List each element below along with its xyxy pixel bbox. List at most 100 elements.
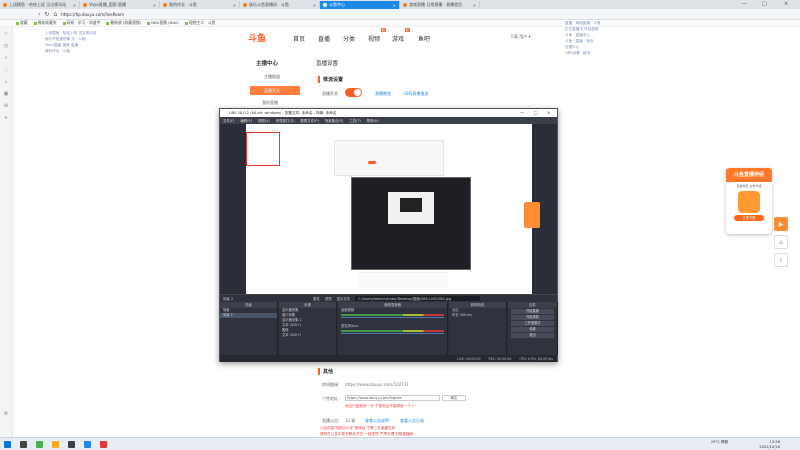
custom-address-input[interactable]: https://www.douyu.com/fugeee <box>345 395 440 401</box>
source-item[interactable]: 文本 (GDI+) <box>279 333 336 338</box>
menu-item[interactable]: 工具(T) <box>349 118 361 123</box>
bookmark-item[interactable]: 理想主义 · 斗鱼 <box>185 20 215 26</box>
sidebar-item-benefits[interactable]: 主播权益 <box>250 72 300 81</box>
nav-game[interactable]: 游戏 <box>392 34 404 43</box>
close-window-icon[interactable]: × <box>784 1 788 7</box>
live-toggle[interactable] <box>345 88 362 97</box>
browser-app-icon[interactable] <box>36 441 43 448</box>
star-icon[interactable]: ☆ <box>3 31 9 37</box>
favicon-icon <box>83 3 87 7</box>
menu-item[interactable]: 编辑(E) <box>240 118 252 123</box>
history-icon[interactable]: ◷ <box>3 43 9 49</box>
close-icon[interactable]: × <box>473 3 476 8</box>
bookmark-item[interactable]: 网易 · 学习 · 知道中 <box>62 20 100 26</box>
bag-icon[interactable]: ▣ <box>3 91 9 97</box>
user-menu[interactable]: 下载 用户 ▾ <box>510 34 531 40</box>
filters-button[interactable]: 滤镜 <box>325 296 332 301</box>
nav-category[interactable]: 分类 <box>343 34 355 43</box>
close-icon[interactable]: × <box>73 3 76 8</box>
app-icon[interactable] <box>100 441 107 448</box>
bookmark-icon <box>147 21 151 25</box>
share-icon[interactable]: ⇪ <box>774 253 788 267</box>
duration-field[interactable]: 时长 300 ms <box>449 313 506 318</box>
close-icon[interactable]: × <box>547 109 550 117</box>
chat-icon[interactable]: ◌ <box>3 67 9 73</box>
bookmark-item[interactable]: 微软收藏夹 <box>33 20 57 26</box>
system-tray[interactable]: 25°C 晴朗 13:56 2022/10/16 <box>711 440 780 449</box>
download-icon[interactable]: ↓ <box>3 79 9 85</box>
volume-slider[interactable] <box>341 317 444 318</box>
minimize-icon[interactable]: — <box>520 109 524 117</box>
folder-icon[interactable] <box>52 441 59 448</box>
home-icon[interactable]: ⌂ <box>53 11 57 18</box>
mixer-channel-label: 桌面音频 <box>341 308 355 312</box>
nav-home[interactable]: 首页 <box>293 34 305 43</box>
properties-button[interactable]: 属性 <box>313 296 320 301</box>
cart-icon[interactable]: ⊕ <box>3 103 9 109</box>
browser-tab[interactable]: 极乐斗鱼直播间 · 斗鱼 × <box>240 1 320 9</box>
sidebar-item-my-live[interactable]: 我的直播 <box>262 100 278 106</box>
browser-tab[interactable]: 游戏直播 日常直播 · 直播首页 × <box>400 1 480 9</box>
scene-item[interactable]: 场景 2 <box>220 313 277 318</box>
close-icon[interactable]: × <box>233 3 236 8</box>
close-icon[interactable]: × <box>153 3 156 8</box>
menu-item[interactable]: 帮助(H) <box>367 118 379 123</box>
studio-mode-button[interactable]: 工作室模式 <box>511 321 554 326</box>
promo-card[interactable]: 斗鱼直播伴侣 直播伴侣 全新升级 立即下载 <box>726 168 772 234</box>
settings-icon[interactable]: ⚙ <box>3 411 9 417</box>
file-path[interactable]: C:/Users/Administrator/Desktop/直播/OBS-LI… <box>355 296 481 301</box>
back-icon[interactable]: ‹ <box>38 11 40 18</box>
menu-item[interactable]: 配置文件(P) <box>301 118 319 123</box>
browser-tab[interactable]: 上班摸鱼 · 哈哈上班 当当视讯站 × <box>0 1 80 9</box>
home-icon[interactable]: ⌂ <box>774 235 788 249</box>
browser-tab-active[interactable]: 斗鱼中心 × <box>320 1 400 9</box>
start-icon[interactable] <box>4 441 11 448</box>
notice-level: 12 级 <box>345 418 356 423</box>
obs-app-icon[interactable] <box>68 441 75 448</box>
list-item[interactable]: 我的作业 · 斗鱼 <box>45 48 96 54</box>
nav-video[interactable]: 视频 <box>368 34 380 43</box>
room-link-value[interactable]: https://www.douyu.com/102731 <box>345 382 409 387</box>
notice-help-link[interactable]: 查看公告说明 <box>365 418 389 424</box>
confirm-address-button[interactable]: 确定 <box>442 395 466 401</box>
maximize-icon[interactable]: □ <box>534 109 538 117</box>
browser-tab[interactable]: Vayo直播_国家·直播 × <box>80 1 160 9</box>
volume-slider[interactable] <box>341 333 444 334</box>
menu-item[interactable]: 停靠窗口(D) <box>276 118 295 123</box>
exit-button[interactable]: 退出 <box>511 333 554 338</box>
plus-icon[interactable]: + <box>3 115 9 121</box>
start-recording-button[interactable]: 开始录制 <box>511 315 554 320</box>
minimize-icon[interactable]: — <box>742 1 747 7</box>
bookmark-item[interactable]: NBA直播 (NBA) <box>147 20 179 26</box>
menu-item[interactable]: 文件(F) <box>223 118 234 123</box>
notice-history-link[interactable]: 查看公告记录 <box>400 418 424 424</box>
browser-tab[interactable]: 我的作业 · 斗鱼 × <box>160 1 240 9</box>
obs-preview[interactable] <box>246 124 540 294</box>
menu-item[interactable]: 场景集合(S) <box>325 118 343 123</box>
bookmark-item[interactable]: 最新收 (收藏视频) <box>106 20 141 26</box>
tutorial-link[interactable]: 直播教程 <box>375 91 391 97</box>
menu-item[interactable]: 视图(V) <box>258 118 270 123</box>
obs-link[interactable]: OBS直播推流 <box>404 91 428 97</box>
selection-box[interactable] <box>246 132 280 166</box>
nav-fishbar[interactable]: 鱼吧 <box>418 34 430 43</box>
search-icon[interactable] <box>20 441 27 448</box>
weather-text: 25°C 晴朗 <box>710 440 729 444</box>
settings-button[interactable]: 设置 <box>511 327 554 332</box>
list-item[interactable]: OBS设置 · 推流 <box>565 50 601 56</box>
close-icon[interactable]: × <box>313 3 316 8</box>
start-streaming-button[interactable]: 开始直播 <box>511 309 554 314</box>
bookmark-item[interactable]: 收藏 <box>16 20 28 26</box>
play-icon[interactable]: ▶ <box>774 217 788 231</box>
refresh-icon[interactable]: ↻ <box>44 11 49 18</box>
promo-download-button[interactable]: 立即下载 <box>734 215 764 221</box>
douyu-logo[interactable]: 斗鱼 <box>248 31 266 44</box>
search-icon[interactable]: ⌕ <box>3 55 9 61</box>
close-icon[interactable]: × <box>393 3 396 8</box>
maximize-icon[interactable]: □ <box>762 1 767 7</box>
tab-label: 极乐斗鱼直播间 · 斗鱼 <box>249 2 289 7</box>
nav-live[interactable]: 直播 <box>318 34 330 43</box>
sidebar-item-live-switch[interactable]: 直播开关 <box>250 86 300 95</box>
app-icon[interactable] <box>84 441 91 448</box>
url-input[interactable] <box>61 10 362 18</box>
